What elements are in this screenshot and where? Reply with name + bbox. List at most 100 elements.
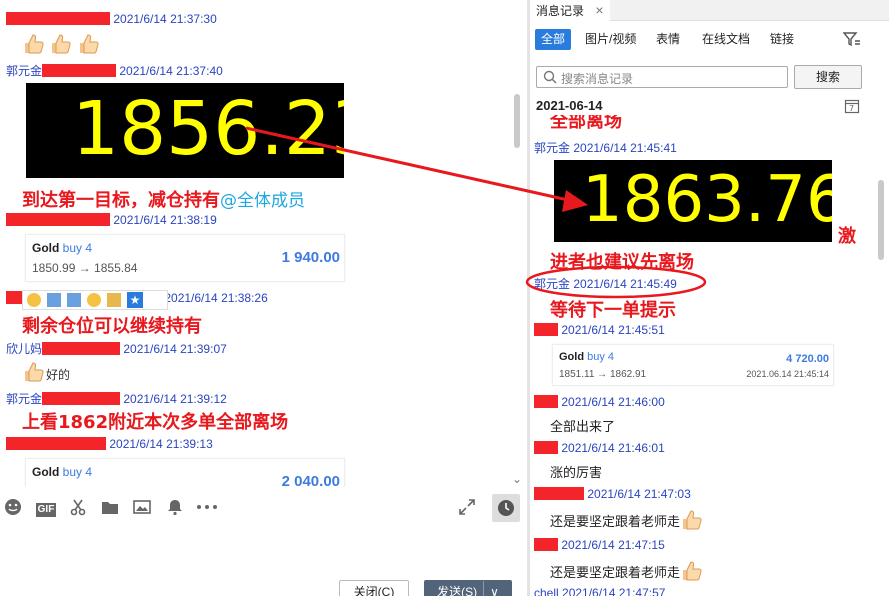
clipped-text-row: 全部离场 [530, 115, 889, 131]
message-bubble: 好的 [22, 360, 70, 384]
message-time: 2021/6/14 21:37:40 [119, 64, 223, 78]
message-time: 2021/6/14 21:45:49 [573, 277, 677, 291]
close-button[interactable]: 关闭(C) [339, 580, 409, 596]
search-button[interactable]: 搜索 [794, 65, 862, 89]
scroll-down-arrow[interactable]: ⌄ [512, 472, 522, 486]
redacted-name [534, 323, 558, 336]
tab-message-history[interactable]: 消息记录 × [530, 0, 610, 21]
star-icon[interactable]: ★ [127, 292, 143, 308]
message-meta: chell 2021/6/14 21:47:57 [534, 586, 665, 596]
trade-amount: 4 720.00 [786, 353, 829, 365]
history-search-input[interactable]: 搜索消息记录 [536, 66, 788, 88]
filter-settings-icon[interactable] [842, 31, 861, 50]
sticker-icon[interactable] [87, 293, 101, 307]
trade-title: Gold buy 4 [32, 465, 93, 479]
emoji-icon[interactable] [2, 498, 24, 518]
message-text: 涨的厉害 [550, 465, 603, 480]
trade-range: 1851.11 → 1862.91 [559, 369, 647, 380]
message-meta: 2021/6/14 21:47:03 [534, 487, 691, 501]
send-button[interactable]: 发送(S) ∨ [424, 580, 512, 596]
chat-pane: 2021/6/14 21:37:30 郭元金 2021/6/14 21:37:4… [0, 0, 527, 596]
filter-docs[interactable]: 在线文档 [696, 29, 756, 50]
chat-scrollbar-thumb[interactable] [514, 94, 520, 148]
trade-card[interactable]: Gold buy 4 2 040.00 [25, 458, 345, 487]
annotation-text: 等待下一单提示 [550, 300, 676, 321]
history-clock-icon[interactable] [492, 494, 520, 522]
folder-icon[interactable] [99, 498, 121, 518]
redacted-name [6, 437, 106, 450]
redacted-name [42, 392, 121, 405]
message-meta: 2021/6/14 21:46:01 [534, 441, 665, 455]
message-time: 2021/6/14 21:45:51 [561, 323, 665, 337]
input-toolbar: GIF [0, 490, 527, 526]
message-bubble: 还是要坚定跟着老师走 [550, 559, 704, 583]
trade-date: 2021.06.14 21:45:14 [746, 369, 829, 379]
history-tabbar: 消息记录 × [530, 0, 889, 21]
message-text: 好的 [46, 368, 71, 383]
trade-title: Gold buy 4 [559, 351, 615, 363]
annotation-text: 进者也建议先离场 [550, 252, 694, 273]
message-meta: 郭元金 2021/6/14 21:45:49 [534, 275, 677, 292]
annotation-text: 全部离场 [550, 115, 622, 131]
trade-amount: 2 040.00 [281, 473, 340, 487]
quote-icon[interactable] [67, 293, 81, 307]
message-time: 2021/6/14 21:38:19 [113, 213, 217, 227]
thumbs-up-emoji-row [22, 32, 101, 56]
more-icon[interactable] [196, 498, 218, 518]
trade-title: Gold buy 4 [32, 241, 93, 255]
image-icon[interactable] [131, 498, 153, 518]
trade-amount: 1 940.00 [281, 249, 340, 266]
message-time: 2021/6/14 21:47:57 [562, 586, 666, 596]
message-meta: 2021/6/14 21:46:00 [534, 395, 665, 409]
redacted-name [6, 213, 110, 226]
send-options-arrow[interactable]: ∨ [483, 581, 499, 596]
bell-icon[interactable] [164, 498, 186, 518]
thumbs-up-icon [680, 559, 704, 583]
annotation-text: 激 [838, 226, 856, 247]
message-text: 还是要坚定跟着老师走 [550, 514, 681, 529]
message-time: 2021/6/14 21:39:07 [123, 342, 227, 356]
gif-icon[interactable]: GIF [34, 498, 58, 518]
price-value: 1863.76 [582, 163, 832, 237]
search-icon [543, 70, 557, 84]
annotation-text: 剩余仓位可以继续持有 [22, 316, 202, 337]
expand-icon[interactable] [456, 498, 478, 518]
message-meta: 郭元金 2021/6/14 21:37:40 [6, 62, 223, 79]
message-time: 2021/6/14 21:38:26 [164, 291, 268, 305]
message-time: 2021/6/14 21:39:13 [109, 437, 213, 451]
thumbs-up-icon [22, 32, 46, 56]
filter-links[interactable]: 链接 [764, 29, 800, 50]
trade-range: 1850.99 → 1855.84 [32, 261, 138, 275]
fold-icon[interactable] [107, 293, 121, 307]
quick-action-bar[interactable]: ★ [22, 290, 168, 310]
tab-close-icon[interactable]: × [595, 2, 603, 18]
thumbs-up-icon [680, 508, 704, 532]
history-date: 2021-06-14 [536, 98, 603, 113]
trade-card[interactable]: Gold buy 4 1851.11 → 1862.91 4 720.00 20… [552, 344, 834, 386]
message-time: 2021/6/14 21:47:03 [587, 487, 691, 501]
price-display-image[interactable]: 1856.23 [26, 83, 344, 178]
search-placeholder: 搜索消息记录 [561, 72, 634, 86]
message-meta: 欣儿妈 2021/6/14 21:39:07 [6, 340, 227, 357]
filter-media[interactable]: 图片/视频 [579, 29, 642, 50]
chat-message-list[interactable]: 2021/6/14 21:37:30 郭元金 2021/6/14 21:37:4… [0, 0, 527, 487]
sender-name: chell [534, 586, 559, 596]
message-time: 2021/6/14 21:45:41 [573, 141, 677, 155]
price-display-image[interactable]: 1863.76 [554, 160, 832, 242]
filter-stickers[interactable]: 表情 [650, 29, 686, 50]
sender-name: 郭元金 [6, 64, 43, 78]
scissors-icon[interactable] [67, 498, 89, 518]
sender-name: 郭元金 [534, 141, 571, 155]
annotation-text: 到达第一目标，减仓持有@全体成员 [22, 190, 305, 211]
message-meta: 2021/6/14 21:37:30 [6, 12, 217, 26]
copy-icon[interactable] [47, 293, 61, 307]
history-scrollbar-thumb[interactable] [878, 180, 884, 260]
filter-all[interactable]: 全部 [535, 29, 572, 50]
emoji-icon[interactable] [27, 293, 41, 307]
trade-card[interactable]: Gold buy 4 1850.99 → 1855.84 1 940.00 [25, 234, 345, 282]
price-value: 1856.23 [72, 86, 344, 172]
sender-name: 郭元金 [534, 277, 571, 291]
message-text: 全部出来了 [550, 419, 616, 434]
thumbs-up-icon [49, 32, 73, 56]
mention-all[interactable]: @全体成员 [220, 191, 305, 211]
